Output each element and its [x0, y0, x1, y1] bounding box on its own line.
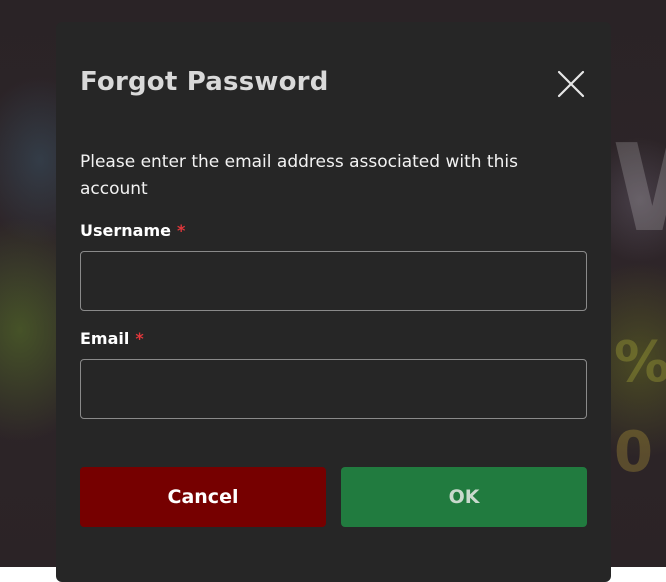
dialog-title: Forgot Password	[80, 67, 329, 97]
required-asterisk: *	[176, 221, 186, 240]
dialog-description: Please enter the email address associate…	[80, 152, 518, 199]
email-input[interactable]	[80, 359, 587, 419]
required-asterisk: *	[135, 329, 144, 348]
username-label: Username *	[80, 221, 185, 240]
close-button[interactable]	[556, 69, 586, 99]
email-label: Email *	[80, 329, 144, 348]
username-input[interactable]	[80, 251, 587, 311]
close-icon	[557, 70, 585, 98]
ok-button[interactable]: OK	[341, 467, 587, 527]
cancel-button[interactable]: Cancel	[80, 467, 326, 527]
background-decoration: 0	[614, 420, 653, 485]
background-decoration: %	[614, 330, 666, 395]
forgot-password-dialog: Forgot Password Please enter the email a…	[56, 22, 611, 582]
username-label-text: Username	[80, 221, 171, 240]
email-label-text: Email	[80, 329, 130, 348]
background-decoration: W	[612, 120, 666, 259]
